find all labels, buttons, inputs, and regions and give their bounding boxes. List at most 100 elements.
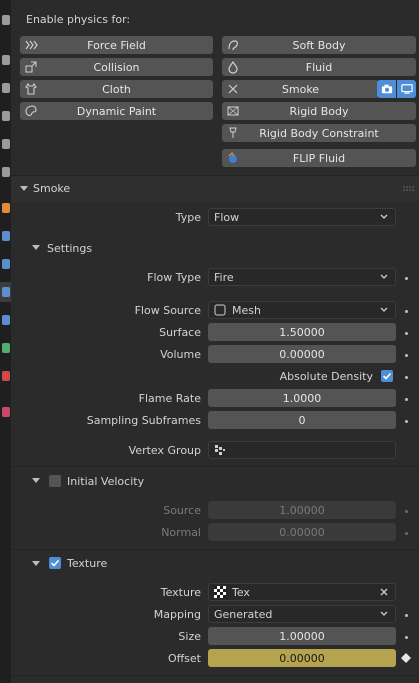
absolute-density-checkbox[interactable] — [381, 370, 393, 382]
properties-tab-strip — [0, 0, 11, 683]
texture-tab-icon[interactable] — [0, 402, 11, 422]
divider — [11, 549, 419, 550]
flame-rate-field[interactable]: 1.0000 — [208, 389, 396, 407]
soft-body-label: Soft Body — [292, 38, 346, 52]
divider — [11, 466, 419, 467]
rigid-body-label: Rigid Body — [289, 104, 349, 118]
animate-property-dot[interactable] — [405, 532, 408, 535]
chevron-down-icon — [380, 611, 388, 616]
vertex-group-field[interactable] — [208, 441, 396, 459]
normal-value: 0.00000 — [279, 525, 325, 539]
volume-field[interactable]: 0.00000 — [208, 345, 396, 363]
size-label: Size — [178, 630, 201, 643]
viewport-toggle-button[interactable] — [397, 80, 416, 98]
animate-property-dot[interactable] — [405, 332, 408, 335]
render-tab-icon[interactable] — [0, 50, 11, 70]
flame-rate-label: Flame Rate — [138, 392, 201, 405]
mesh-icon — [214, 304, 226, 316]
view-layer-tab-icon[interactable] — [0, 106, 11, 126]
world-tab-icon[interactable] — [0, 162, 11, 182]
size-field[interactable]: 1.00000 — [208, 627, 396, 645]
initial-velocity-checkbox[interactable] — [49, 475, 61, 487]
flame-rate-value: 1.0000 — [282, 391, 322, 405]
rigid-body-constraint-button[interactable]: Rigid Body Constraint — [222, 124, 416, 142]
camera-icon — [381, 84, 392, 94]
vertex-group-label: Vertex Group — [128, 444, 201, 457]
animate-property-dot[interactable] — [405, 376, 408, 379]
texture-label: Texture — [160, 586, 201, 599]
texture-value: Tex — [232, 585, 250, 599]
texture-checkbox[interactable] — [49, 557, 61, 569]
smoke-panel-header[interactable]: Smoke — [11, 176, 419, 202]
fluid-label: Fluid — [305, 60, 333, 74]
flip-fluid-icon — [228, 151, 237, 163]
mapping-dropdown[interactable]: Generated — [208, 605, 396, 623]
initial-velocity-expand-icon[interactable] — [32, 478, 40, 483]
animate-property-dot[interactable] — [405, 420, 408, 423]
rigid-body-button[interactable]: Rigid Body — [222, 102, 416, 120]
source-value: 1.00000 — [279, 503, 325, 517]
physics-properties-panel: Enable physics for: Force Field Soft Bod… — [11, 0, 419, 683]
animate-property-dot[interactable] — [405, 636, 408, 639]
animate-property-dot[interactable] — [405, 277, 408, 280]
volume-label: Volume — [160, 348, 201, 361]
animate-property-dot[interactable] — [405, 310, 408, 313]
output-tab-icon[interactable] — [0, 78, 11, 98]
rigid-body-constraint-label: Rigid Body Constraint — [259, 126, 379, 140]
remove-x-icon[interactable] — [226, 82, 240, 96]
type-label: Type — [175, 211, 201, 224]
tool-tab-icon[interactable] — [0, 10, 11, 30]
cloth-button[interactable]: Cloth — [20, 80, 213, 98]
volume-value: 0.00000 — [279, 347, 325, 361]
constraint-icon — [229, 127, 237, 138]
type-value: Flow — [214, 210, 240, 224]
texture-selector[interactable]: Tex — [208, 583, 396, 601]
clear-x-icon[interactable] — [379, 587, 389, 597]
dynamic-paint-label: Dynamic Paint — [76, 104, 157, 118]
type-dropdown[interactable]: Flow — [208, 208, 396, 226]
physics-tab-icon[interactable] — [0, 282, 11, 302]
flip-fluid-button[interactable]: FLIP Fluid — [222, 149, 416, 167]
animate-property-dot[interactable] — [405, 398, 408, 401]
modifier-tab-icon[interactable] — [0, 226, 11, 246]
collision-button[interactable]: Collision — [20, 58, 213, 76]
checkmark-icon — [50, 559, 60, 567]
settings-expand-icon[interactable] — [32, 245, 40, 250]
settings-title[interactable]: Settings — [47, 242, 92, 255]
particles-tab-icon[interactable] — [0, 254, 11, 274]
force-field-label: Force Field — [87, 38, 146, 52]
dynamic-paint-button[interactable]: Dynamic Paint — [20, 102, 213, 120]
constraints-tab-icon[interactable] — [0, 310, 11, 330]
force-field-button[interactable]: Force Field — [20, 36, 213, 54]
expand-triangle-icon[interactable] — [20, 186, 28, 191]
data-tab-icon[interactable] — [0, 338, 11, 358]
flow-source-label: Flow Source — [134, 304, 201, 317]
source-field[interactable]: 1.00000 — [208, 501, 396, 519]
smoke-panel-title: Smoke — [33, 182, 71, 195]
surface-field[interactable]: 1.50000 — [208, 323, 396, 341]
sampling-subframes-field[interactable]: 0 — [208, 411, 396, 429]
animate-property-dot[interactable] — [405, 510, 408, 513]
keyframe-diamond-icon[interactable] — [401, 653, 411, 663]
soft-body-button[interactable]: Soft Body — [222, 36, 416, 54]
smoke-button[interactable]: Smoke — [222, 80, 379, 98]
object-tab-icon[interactable] — [0, 198, 11, 218]
flow-source-dropdown[interactable]: Mesh — [208, 301, 396, 319]
checkerboard-texture-icon — [214, 586, 226, 598]
render-toggle-button[interactable] — [377, 80, 396, 98]
offset-field[interactable]: 0.00000 — [208, 649, 396, 667]
cloth-label: Cloth — [102, 82, 131, 96]
material-tab-icon[interactable] — [0, 366, 11, 386]
normal-field[interactable]: 0.00000 — [208, 523, 396, 541]
animate-property-dot[interactable] — [405, 614, 408, 617]
scene-tab-icon[interactable] — [0, 134, 11, 154]
chevron-down-icon — [380, 274, 388, 279]
flow-type-dropdown[interactable]: Fire — [208, 268, 396, 286]
divider — [11, 675, 419, 676]
enable-physics-label: Enable physics for: — [26, 13, 131, 26]
fluid-button[interactable]: Fluid — [222, 58, 416, 76]
texture-expand-icon[interactable] — [32, 561, 40, 566]
drag-grip-icon[interactable] — [403, 186, 415, 192]
flow-type-value: Fire — [214, 270, 234, 284]
animate-property-dot[interactable] — [405, 354, 408, 357]
